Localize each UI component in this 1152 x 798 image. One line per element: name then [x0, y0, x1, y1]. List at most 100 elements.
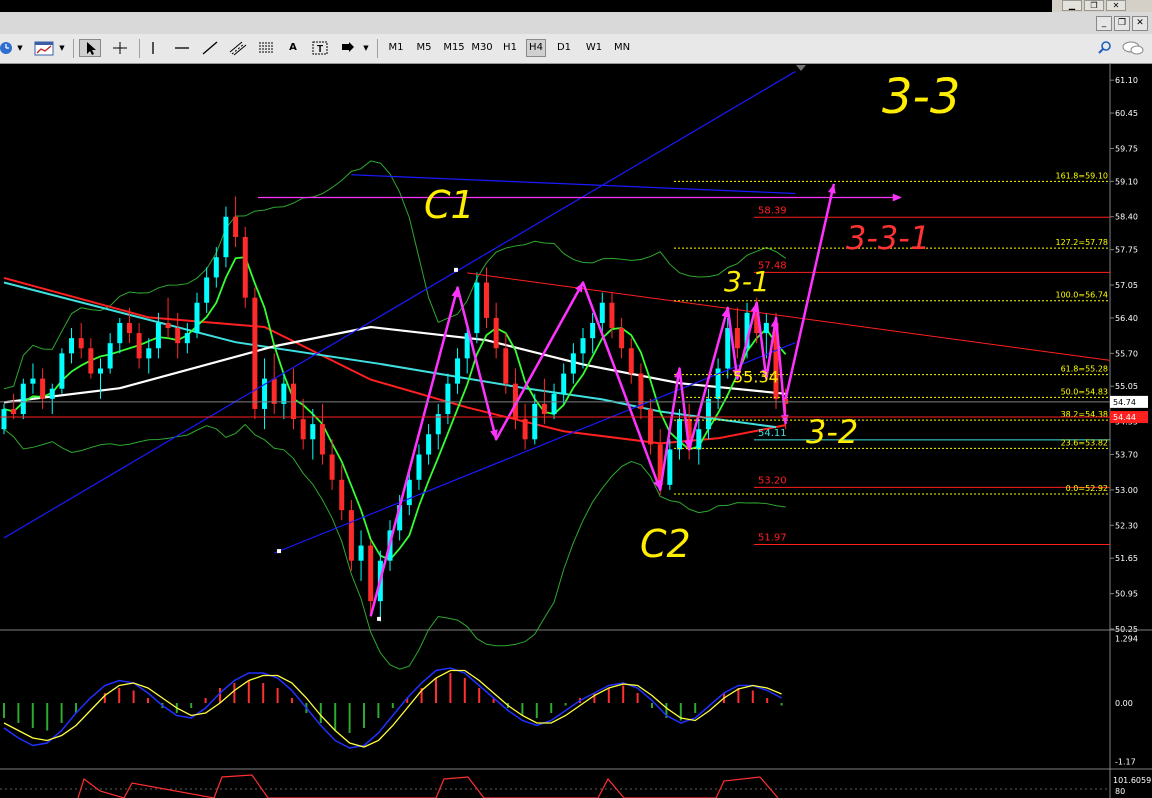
restore-icon: ❐ — [1117, 18, 1127, 28]
horizontal-line-tool[interactable] — [171, 39, 193, 57]
candle-body — [78, 338, 84, 349]
candle-body — [734, 328, 740, 349]
candle-body — [1, 408, 7, 430]
trendline-tool[interactable] — [199, 39, 221, 57]
anchor-point — [454, 267, 458, 272]
mdi-close-button[interactable]: ✕ — [1132, 16, 1148, 31]
channel-line — [351, 174, 796, 195]
candle-body — [126, 322, 132, 334]
candle-body — [696, 429, 702, 450]
candle-body — [551, 393, 557, 415]
menu-bar: _ ❐ ✕ — [0, 12, 1152, 35]
price-tick-label: 55.05 — [1115, 382, 1138, 391]
timeframe-m15[interactable]: M15 — [442, 39, 466, 57]
crosshair-icon — [113, 42, 127, 54]
candle-body — [213, 257, 219, 278]
candle-body — [590, 322, 596, 339]
candle-body — [638, 373, 644, 409]
timeframe-mn[interactable]: MN — [612, 39, 632, 57]
candle-body — [146, 348, 152, 359]
chart-template-button[interactable] — [33, 39, 55, 57]
price-tick-label: 55.70 — [1115, 349, 1138, 358]
handwritten-annotation: 3-3-1 — [846, 219, 930, 257]
fib-level-label: 23.6=53.82 — [1061, 438, 1108, 447]
candle-body — [233, 216, 239, 237]
text-label-tool[interactable]: T — [309, 39, 331, 57]
timeframe-m5[interactable]: M5 — [414, 39, 434, 57]
candle-body — [271, 378, 277, 404]
candle-body — [541, 403, 547, 415]
candle-body — [69, 338, 75, 354]
candle-body — [30, 378, 36, 384]
candle-body — [319, 424, 325, 455]
timeframe-h1[interactable]: H1 — [500, 39, 520, 57]
stoch-main-line — [77, 774, 779, 798]
stoch-axis-label: 80 — [1115, 787, 1125, 796]
cursor-icon — [87, 42, 96, 55]
candle-body — [242, 236, 248, 298]
fib-level-label: 0.0=52.92 — [1066, 484, 1108, 493]
candle-body — [300, 419, 306, 440]
candle-body — [725, 328, 731, 369]
handwritten-annotation: C2 — [640, 522, 691, 566]
fib-level-label: 50.0=54.83 — [1061, 387, 1108, 396]
candle-body — [117, 322, 123, 344]
text-label-icon: T — [312, 41, 328, 55]
candle-body — [165, 322, 171, 329]
vertical-line-tool[interactable] — [143, 39, 163, 57]
candle-body — [580, 338, 586, 354]
clock-dropdown[interactable]: ▼ — [15, 39, 25, 57]
candle-body — [648, 408, 654, 445]
mdi-minimize-button[interactable]: _ — [1096, 16, 1112, 31]
mdi-restore-button[interactable]: ❐ — [1114, 16, 1130, 31]
window-close-button[interactable]: ✕ — [1106, 0, 1126, 11]
timeframe-h4[interactable]: H4 — [526, 39, 546, 57]
timeframe-m1[interactable]: M1 — [386, 39, 406, 57]
candle-body — [348, 510, 354, 561]
price-tick-label: 57.75 — [1115, 246, 1138, 255]
arrow-tool[interactable] — [337, 39, 359, 57]
timeframe-d1[interactable]: D1 — [554, 39, 574, 57]
candle-body — [329, 454, 335, 480]
timeframe-m30[interactable]: M30 — [470, 39, 494, 57]
candle-body — [474, 282, 480, 334]
candle-body — [763, 322, 769, 334]
crosshair-tool[interactable] — [109, 39, 131, 57]
chart-area[interactable]: 61.10 60.45 59.75 59.10 58.40 57.75 57.05 56.40… — [0, 63, 1152, 798]
scroll-marker-icon — [796, 65, 806, 71]
chevron-down-icon: ▼ — [363, 44, 369, 52]
candle-body — [628, 348, 634, 374]
window-controls: ▁ ❐ ✕ — [1052, 0, 1152, 12]
clock-button[interactable] — [0, 39, 14, 57]
candle-body — [281, 383, 287, 404]
window-restore-button[interactable]: ❐ — [1084, 0, 1104, 11]
candle-body — [20, 383, 26, 415]
chevron-down-icon: ▼ — [17, 44, 23, 52]
price-tick-label: 59.75 — [1115, 144, 1138, 153]
arrow-dropdown[interactable]: ▼ — [361, 39, 371, 57]
equidistant-channel-tool[interactable] — [227, 39, 249, 57]
handwritten-annotation: 3-3 — [882, 69, 960, 125]
search-button[interactable] — [1096, 39, 1114, 57]
candle-body — [358, 545, 364, 561]
text-tool[interactable]: A — [283, 39, 303, 57]
price-tick-label: 60.45 — [1115, 109, 1138, 118]
candle-body — [561, 373, 567, 394]
candle-body — [677, 419, 682, 450]
window-minimize-button[interactable]: ▁ — [1062, 0, 1082, 11]
candle-body — [252, 297, 258, 409]
chat-button[interactable] — [1120, 39, 1146, 57]
candle-body — [484, 282, 489, 318]
fib-level-label: 100.0=56.74 — [1055, 291, 1108, 300]
minimize-icon: ▁ — [1068, 1, 1076, 10]
horizontal-level-label: 54.11 — [758, 428, 787, 439]
price-tick-label: 53.70 — [1115, 450, 1138, 459]
toolbar-separator — [73, 39, 74, 58]
price-chart[interactable]: 61.10 60.45 59.75 59.10 58.40 57.75 57.05 56.40… — [0, 63, 1152, 798]
chart-template-dropdown[interactable]: ▼ — [57, 39, 67, 57]
fibonacci-icon — [259, 42, 273, 53]
cursor-tool[interactable] — [79, 39, 101, 57]
fibonacci-tool[interactable] — [255, 39, 277, 57]
timeframe-w1[interactable]: W1 — [584, 39, 604, 57]
horizontal-level-label: 58.39 — [758, 205, 787, 216]
